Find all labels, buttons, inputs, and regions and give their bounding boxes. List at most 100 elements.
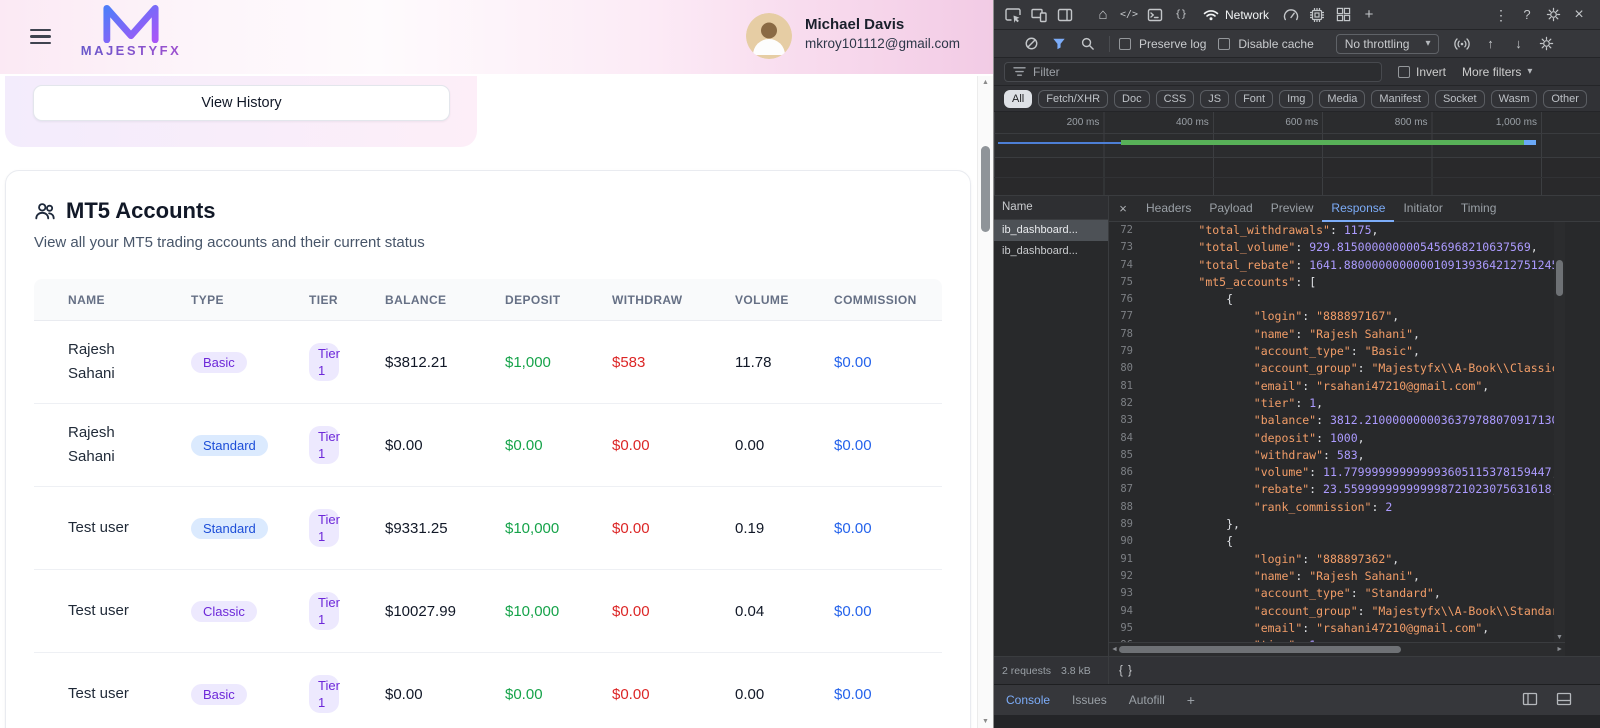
scroll-up-icon[interactable]: ▲ (982, 79, 989, 86)
filter-chip-js[interactable]: JS (1200, 90, 1229, 108)
json-value: "rsahani47210@gmail.com" (1316, 621, 1482, 635)
hamburger-menu-button[interactable] (30, 29, 51, 44)
filter-chip-all[interactable]: All (1004, 90, 1032, 108)
settings-icon[interactable] (1540, 2, 1566, 28)
performance-tab-icon[interactable] (1278, 2, 1304, 28)
drawer-tab-console[interactable]: Console (1006, 693, 1050, 707)
requests-count-label: 2 requests (1002, 665, 1051, 677)
filter-chip-img[interactable]: Img (1279, 90, 1313, 108)
filter-chip-socket[interactable]: Socket (1435, 90, 1485, 108)
response-pane-tab-payload[interactable]: Payload (1200, 196, 1261, 222)
response-pane-tab-headers[interactable]: Headers (1137, 196, 1200, 222)
response-pane-tab-preview[interactable]: Preview (1262, 196, 1323, 222)
withdraw-cell: $0.00 (612, 520, 735, 537)
page-scrollbar-thumb[interactable] (981, 146, 990, 232)
elements-tab-icon[interactable]: </> (1116, 2, 1142, 28)
preserve-log-checkbox[interactable] (1119, 38, 1131, 50)
filter-input[interactable] (1033, 65, 1373, 79)
filter-chip-manifest[interactable]: Manifest (1371, 90, 1429, 108)
table-body: Rajesh SahaniBasicTier 1$3812.21$1,000$5… (34, 321, 942, 728)
type-badge: Basic (191, 352, 247, 373)
tier-badge: Tier 1 (309, 343, 339, 381)
filter-chip-other[interactable]: Other (1543, 90, 1587, 108)
filter-chip-css[interactable]: CSS (1156, 90, 1195, 108)
json-key: "total_volume" (1198, 240, 1295, 254)
throttling-select[interactable]: No throttling ▾ (1336, 34, 1440, 54)
request-name-header[interactable]: Name (994, 196, 1108, 220)
devtools-drawer: Console Issues Autofill + (994, 684, 1600, 728)
device-toolbar-icon[interactable] (1026, 2, 1052, 28)
more-options-icon[interactable]: ⋮ (1488, 2, 1514, 28)
filter-chip-doc[interactable]: Doc (1114, 90, 1150, 108)
more-panels-icon[interactable]: + (1356, 2, 1382, 28)
user-email: mkroy101112@gmail.com (805, 36, 960, 51)
dock-side-icon[interactable] (1052, 2, 1078, 28)
clear-icon[interactable] (1018, 31, 1044, 57)
json-value: 3812.2100000000036379788070917130 (1330, 413, 1554, 427)
scroll-down-icon[interactable]: ▼ (982, 718, 989, 725)
column-header-name: Name (34, 293, 191, 307)
account-name: Test user (68, 682, 129, 706)
balance-cell: $3812.21 (385, 354, 505, 371)
page-scrollbar[interactable]: ▲ ▼ (977, 76, 993, 728)
console-sidebar-icon[interactable] (1522, 691, 1538, 707)
avatar[interactable] (746, 13, 792, 59)
add-drawer-tab-button[interactable]: + (1187, 692, 1195, 708)
invert-checkbox[interactable] (1398, 66, 1410, 78)
response-code-line: 88 "rank_commission": 2 (1109, 499, 1554, 516)
drawer-tab-issues[interactable]: Issues (1072, 693, 1107, 707)
request-item[interactable]: ib_dashboard... (994, 241, 1108, 262)
disable-cache-checkbox[interactable] (1218, 38, 1230, 50)
response-horizontal-scrollbar[interactable]: ◄ ► (1109, 642, 1565, 656)
request-item[interactable]: ib_dashboard... (994, 220, 1108, 241)
inspect-icon[interactable] (1000, 2, 1026, 28)
sources-tab-icon[interactable]: {} (1168, 2, 1194, 28)
name-cell: Rajesh Sahani (34, 421, 191, 469)
network-settings-icon[interactable] (1533, 31, 1559, 57)
network-overview[interactable] (994, 134, 1600, 158)
line-number: 75 (1109, 274, 1143, 291)
filter-chip-media[interactable]: Media (1319, 90, 1365, 108)
name-cell: Rajesh Sahani (34, 338, 191, 386)
filter-chip-font[interactable]: Font (1235, 90, 1273, 108)
more-filters-button[interactable]: More filters ▾ (1462, 65, 1532, 79)
commission-cell: $0.00 (834, 354, 942, 371)
import-har-icon[interactable]: ↓ (1505, 31, 1531, 57)
horizontal-scrollbar-thumb[interactable] (1119, 646, 1401, 653)
network-tab[interactable]: Network (1194, 0, 1278, 30)
column-header-volume: Volume (735, 293, 834, 307)
close-details-icon[interactable]: × (1109, 201, 1137, 216)
code-text: "login": "888897362", (1143, 551, 1399, 568)
search-icon[interactable] (1074, 31, 1100, 57)
filter-toggle-icon[interactable] (1046, 31, 1072, 57)
response-pane-tab-response[interactable]: Response (1322, 196, 1394, 222)
filter-chip-wasm[interactable]: Wasm (1491, 90, 1538, 108)
help-icon[interactable]: ? (1514, 2, 1540, 28)
home-tab-icon[interactable]: ⌂ (1090, 2, 1116, 28)
response-pane-tab-initiator[interactable]: Initiator (1394, 196, 1451, 222)
response-pane-tab-timing[interactable]: Timing (1452, 196, 1506, 222)
response-code-line: 91 "login": "888897362", (1109, 551, 1554, 568)
close-devtools-icon[interactable]: × (1566, 2, 1592, 28)
transferred-size-label: 3.8 kB (1061, 665, 1091, 677)
format-json-button[interactable]: { } (1119, 665, 1133, 677)
dock-panel-icon[interactable] (1556, 691, 1572, 707)
drawer-tab-autofill[interactable]: Autofill (1129, 693, 1165, 707)
export-har-icon[interactable]: ↑ (1477, 31, 1503, 57)
scroll-right-icon[interactable]: ► (1556, 646, 1563, 653)
network-conditions-icon[interactable] (1449, 31, 1475, 57)
line-number: 93 (1109, 585, 1143, 602)
response-vertical-scrollbar[interactable]: ▼ (1554, 222, 1565, 642)
line-number: 94 (1109, 603, 1143, 620)
memory-tab-icon[interactable] (1304, 2, 1330, 28)
vertical-scrollbar-thumb[interactable] (1556, 260, 1563, 296)
line-number: 73 (1109, 239, 1143, 256)
scroll-left-icon[interactable]: ◄ (1111, 646, 1118, 653)
timeline-tick-label: 800 ms (1322, 112, 1431, 133)
line-number: 84 (1109, 430, 1143, 447)
console-tab-icon[interactable] (1142, 2, 1168, 28)
filter-chip-fetch-xhr[interactable]: Fetch/XHR (1038, 90, 1108, 108)
application-tab-icon[interactable] (1330, 2, 1356, 28)
scroll-down-icon[interactable]: ▼ (1556, 634, 1563, 641)
view-history-button[interactable]: View History (33, 85, 450, 121)
